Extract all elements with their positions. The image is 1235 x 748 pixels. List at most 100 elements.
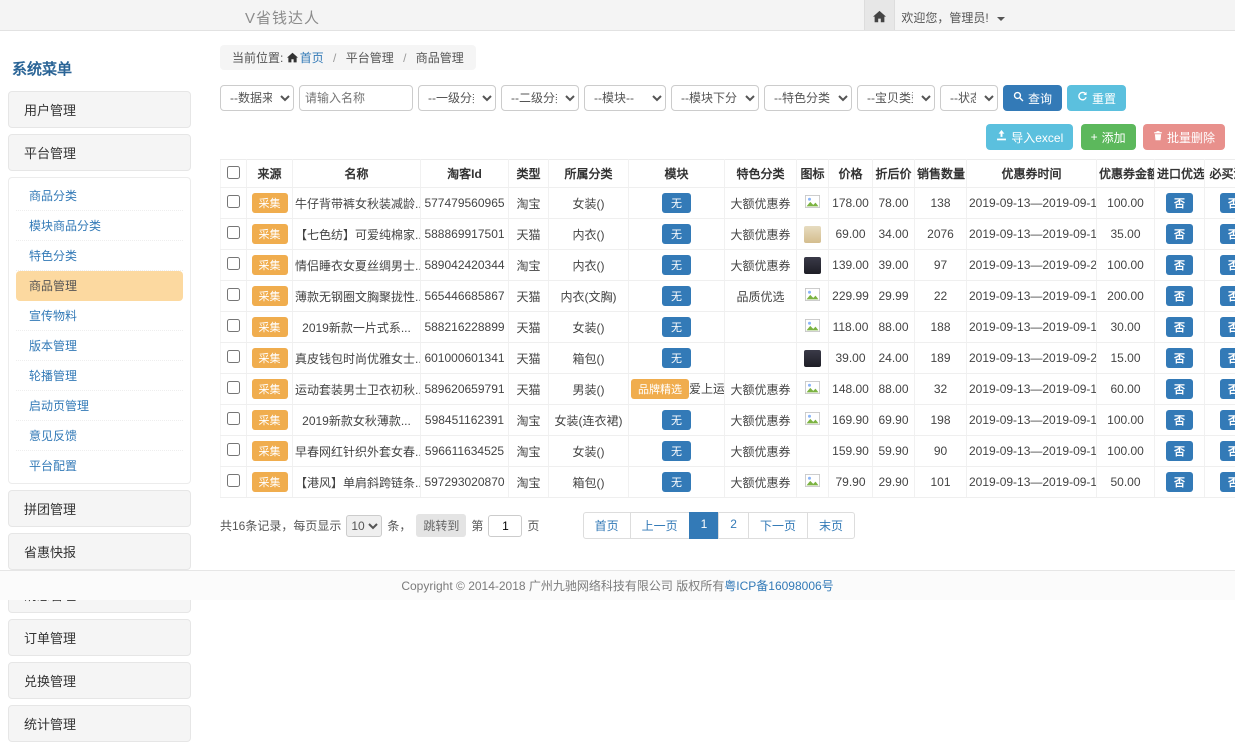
sidebar-subitem-splash-manage[interactable]: 启动页管理 [16,391,183,421]
sidebar-item-groupbuy[interactable]: 拼团管理 [8,490,191,527]
sidebar-subitem-feedback[interactable]: 意见反馈 [16,421,183,451]
row-checkbox[interactable] [227,226,240,239]
must-buy-toggle[interactable]: 否 [1220,224,1235,244]
sidebar-item-user[interactable]: 用户管理 [8,91,191,128]
col-coupon-amount: 优惠券金额 [1097,160,1155,188]
sidebar-subitem-carousel-manage[interactable]: 轮播管理 [16,361,183,391]
feature-category-select[interactable]: --特色分类-- [764,85,852,111]
must-buy-toggle[interactable]: 否 [1220,286,1235,306]
app-title: V省钱达人 [245,7,320,28]
sidebar-subitem-version-manage[interactable]: 版本管理 [16,331,183,361]
page-1[interactable]: 1 [689,512,720,539]
level1-category-select[interactable]: --一级分类-- [418,85,496,111]
page-first[interactable]: 首页 [583,512,631,539]
row-checkbox[interactable] [227,319,240,332]
sidebar-submenu: 商品分类模块商品分类特色分类商品管理宣传物料版本管理轮播管理启动页管理意见反馈平… [8,177,191,484]
import-select-toggle[interactable]: 否 [1166,317,1193,337]
must-buy-toggle[interactable]: 否 [1220,317,1235,337]
must-buy-toggle[interactable]: 否 [1220,441,1235,461]
sidebar-subitem-goods-manage[interactable]: 商品管理 [16,271,183,301]
import-select-toggle[interactable]: 否 [1166,410,1193,430]
cell-checkbox [221,374,247,405]
cell-icon [797,467,829,498]
reset-button[interactable]: 重置 [1067,85,1126,111]
row-checkbox[interactable] [227,257,240,270]
import-select-toggle[interactable]: 否 [1166,472,1193,492]
row-checkbox[interactable] [227,288,240,301]
data-source-select[interactable]: --数据来源-- [220,85,294,111]
import-select-toggle[interactable]: 否 [1166,441,1193,461]
select-all-checkbox[interactable] [227,166,240,179]
sidebar-item-order[interactable]: 订单管理 [8,619,191,656]
sidebar-item-platform[interactable]: 平台管理 [8,134,191,171]
cell-must-buy: 否 [1205,219,1235,250]
sidebar-subitem-platform-config[interactable]: 平台配置 [16,451,183,480]
icp-link[interactable]: 粤ICP备16098006号 [724,579,833,593]
sidebar-subitem-goods-category[interactable]: 商品分类 [16,181,183,211]
name-input[interactable] [299,85,413,111]
source-badge: 采集 [252,193,288,213]
must-buy-toggle[interactable]: 否 [1220,472,1235,492]
row-checkbox[interactable] [227,474,240,487]
row-checkbox[interactable] [227,195,240,208]
col-icon: 图标 [797,160,829,188]
import-select-toggle[interactable]: 否 [1166,255,1193,275]
pager: 首页上一页12下一页末页 [584,512,855,539]
sidebar-item-stats[interactable]: 统计管理 [8,705,191,742]
import-select-toggle[interactable]: 否 [1166,286,1193,306]
item-type-select[interactable]: --宝贝类型-- [857,85,935,111]
sales-count: 97 [915,250,967,281]
add-button[interactable]: + 添加 [1081,124,1136,150]
page-last[interactable]: 末页 [807,512,855,539]
row-checkbox[interactable] [227,350,240,363]
col-coupon-time: 优惠券时间 [967,160,1097,188]
feature-category: 大额优惠券 [725,436,797,467]
page-size-select[interactable]: 10 [346,515,382,537]
import-select-toggle[interactable]: 否 [1166,379,1193,399]
row-checkbox[interactable] [227,443,240,456]
must-buy-toggle[interactable]: 否 [1220,379,1235,399]
must-buy-toggle[interactable]: 否 [1220,410,1235,430]
status-select[interactable]: --状态-- [940,85,998,111]
module-select[interactable]: --模块-- [584,85,666,111]
cell-checkbox [221,343,247,374]
must-buy-toggle[interactable]: 否 [1220,348,1235,368]
page-prev[interactable]: 上一页 [630,512,690,539]
import-excel-button[interactable]: 导入excel [986,124,1073,150]
import-select-toggle[interactable]: 否 [1166,193,1193,213]
page-2[interactable]: 2 [718,512,749,539]
module-sub-category-select[interactable]: --模块下分类-- [671,85,759,111]
product-category: 女装() [549,436,629,467]
row-checkbox[interactable] [227,381,240,394]
row-checkbox[interactable] [227,412,240,425]
user-menu[interactable]: 欢迎您，管理员! [901,9,1005,26]
import-select-toggle[interactable]: 否 [1166,224,1193,244]
sidebar-item-exchange[interactable]: 兑换管理 [8,662,191,699]
sidebar-subitem-module-goods-category[interactable]: 模块商品分类 [16,211,183,241]
price: 169.90 [829,405,873,436]
home-button[interactable] [864,0,895,30]
price: 139.00 [829,250,873,281]
col-checkbox [221,160,247,188]
discount-price: 88.00 [873,312,915,343]
sidebar-item-saving-express[interactable]: 省惠快报 [8,533,191,570]
page-next[interactable]: 下一页 [748,512,808,539]
refresh-icon [1077,91,1088,105]
must-buy-toggle[interactable]: 否 [1220,193,1235,213]
cell-module: 无 [629,343,725,374]
page-number-input[interactable] [488,515,522,537]
cell-checkbox [221,467,247,498]
import-select-toggle[interactable]: 否 [1166,348,1193,368]
product-category: 内衣() [549,250,629,281]
product-category: 内衣(文胸) [549,281,629,312]
jump-button[interactable]: 跳转到 [416,514,466,537]
sidebar-subitem-promo-material[interactable]: 宣传物料 [16,301,183,331]
must-buy-toggle[interactable]: 否 [1220,255,1235,275]
home-icon [287,51,300,65]
sidebar-subitem-feature-category[interactable]: 特色分类 [16,241,183,271]
batch-delete-button[interactable]: 批量删除 [1143,124,1225,150]
col-taoke-id: 淘客Id [421,160,509,188]
search-button[interactable]: 查询 [1003,85,1062,111]
level2-category-select[interactable]: --二级分类-- [501,85,579,111]
breadcrumb-home-link[interactable]: 首页 [300,51,324,65]
